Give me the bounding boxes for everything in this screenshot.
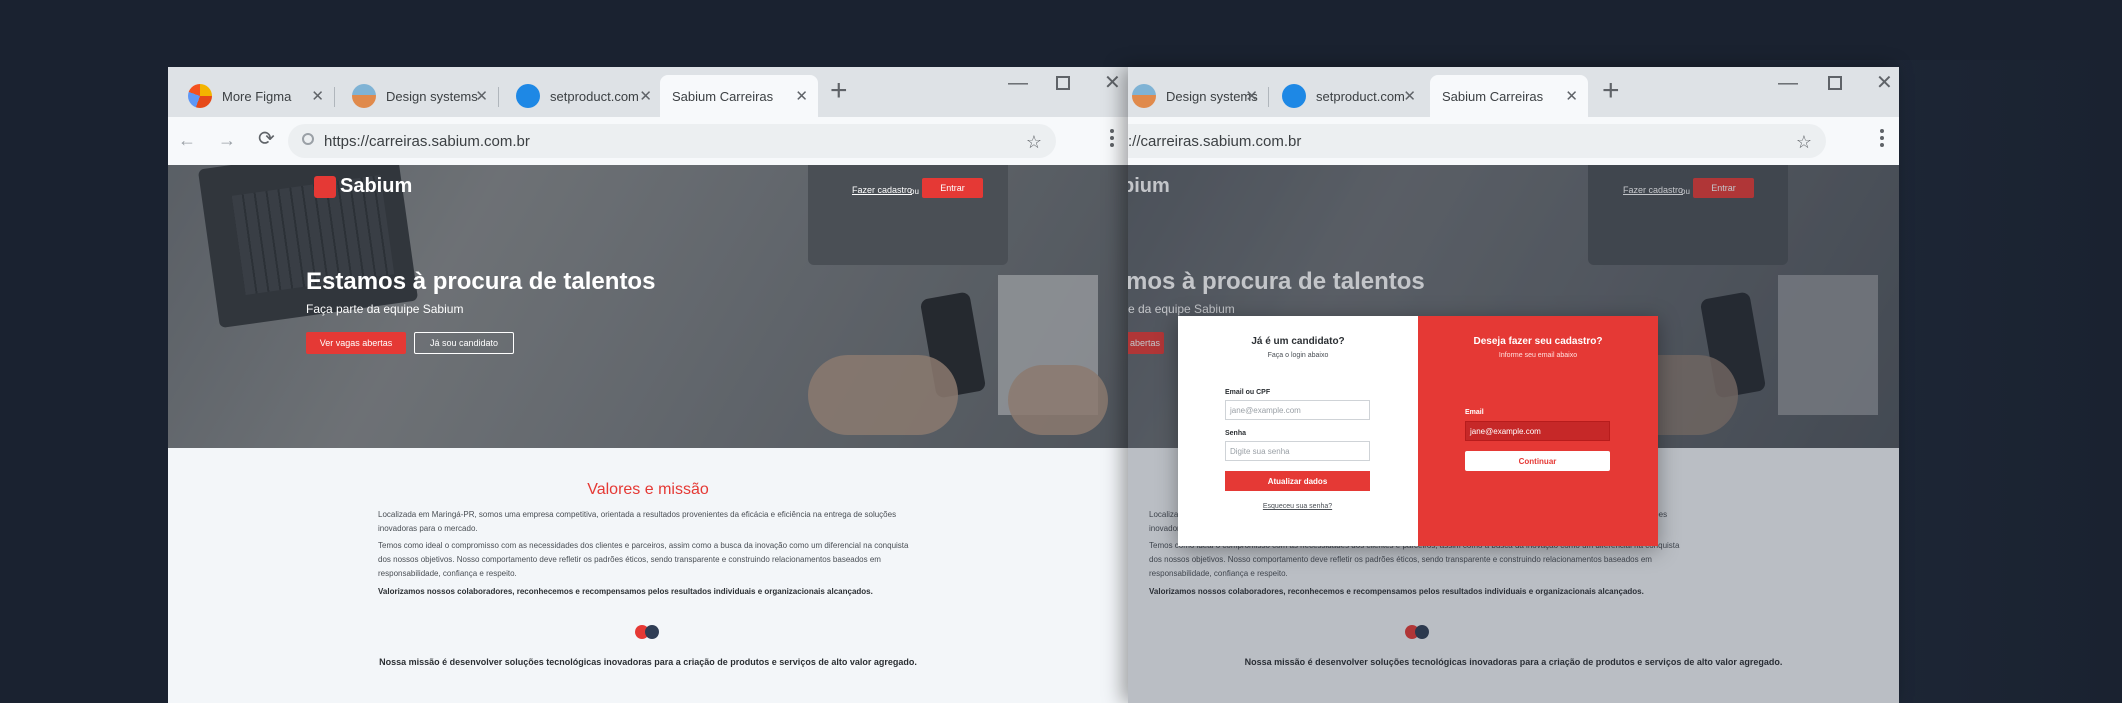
- setproduct-favicon-icon: [1282, 84, 1306, 108]
- url-text: ://carreiras.sabium.com.br: [1128, 133, 1302, 150]
- tab-label: Design systems: [1166, 88, 1258, 104]
- sabium-logo[interactable]: Sabium: [314, 175, 412, 198]
- url-text: https://carreiras.sabium.com.br: [324, 133, 530, 150]
- email-cpf-input[interactable]: jane@example.com: [1225, 400, 1370, 420]
- close-tab-icon[interactable]: ✕: [311, 89, 324, 104]
- close-tab-icon[interactable]: ✕: [475, 89, 488, 104]
- browser-toolbar: ://carreiras.sabium.com.br ☆: [1128, 117, 1899, 165]
- search-icon: [302, 133, 314, 145]
- browser-toolbar: ← → ⟳ https://carreiras.sabium.com.br ☆: [168, 117, 1128, 165]
- login-subtitle: Faça o login abaixo: [1267, 352, 1329, 359]
- logo-text: Sabium: [340, 175, 413, 197]
- or-text: ou: [910, 187, 919, 196]
- signup-subtitle: Informe seu email abaixo: [1498, 352, 1578, 359]
- menu-kebab-icon[interactable]: [1880, 129, 1884, 150]
- hero-title: Estamos à procura de talentos: [306, 268, 656, 295]
- tab-label: Sabium Carreiras: [672, 88, 774, 104]
- design-systems-favicon-icon: [352, 84, 376, 108]
- tab-label: Design systems: [386, 88, 478, 104]
- signup-email-input[interactable]: jane@example.com: [1465, 421, 1610, 441]
- sabium-logo-icon: [314, 175, 336, 198]
- design-systems-favicon-icon: [1132, 84, 1156, 108]
- close-tab-icon[interactable]: ✕: [795, 89, 808, 104]
- browser-window-right: Design systems ✕ setproduct.com ✕ Sabium…: [1128, 67, 1899, 703]
- tab-design-systems[interactable]: Design systems ✕: [338, 75, 499, 117]
- tab-label: setproduct.com: [550, 88, 639, 104]
- tab-more-figma[interactable]: More Figma ✕: [174, 75, 335, 117]
- password-input[interactable]: Digite sua senha: [1225, 441, 1370, 461]
- tab-bar: Design systems ✕ setproduct.com ✕ Sabium…: [1128, 67, 1899, 117]
- password-label: Senha: [1225, 430, 1247, 437]
- tab-setproduct[interactable]: setproduct.com ✕: [1268, 75, 1426, 117]
- close-window-icon[interactable]: ✕: [1104, 73, 1121, 93]
- brand-dots-icon: [635, 625, 661, 639]
- tab-label: Sabium Carreiras: [1442, 88, 1544, 104]
- forgot-password-link[interactable]: Esqueceu sua senha?: [1225, 503, 1370, 510]
- continue-button[interactable]: Continuar: [1465, 451, 1610, 471]
- tab-sabium-carreiras[interactable]: Sabium Carreiras ✕: [660, 75, 818, 117]
- maximize-icon[interactable]: [1828, 76, 1842, 90]
- tab-label: setproduct.com: [1316, 88, 1405, 104]
- paragraph-2: Temos como ideal o compromisso com as ne…: [378, 541, 909, 578]
- login-panel: Já é um candidato? Faça o login abaixo E…: [1178, 316, 1418, 546]
- close-window-icon[interactable]: ✕: [1876, 73, 1893, 93]
- mission-text: Nossa missão é desenvolver soluções tecn…: [379, 657, 917, 667]
- figma-favicon-icon: [188, 84, 212, 108]
- browser-window-left: More Figma ✕ Design systems ✕ setproduct…: [168, 67, 1128, 703]
- auth-modal: Já é um candidato? Faça o login abaixo E…: [1178, 316, 1658, 546]
- signup-title: Deseja fazer seu cadastro?: [1473, 336, 1603, 347]
- address-bar[interactable]: ://carreiras.sabium.com.br ☆: [1128, 124, 1826, 158]
- tab-setproduct[interactable]: setproduct.com ✕: [502, 75, 662, 117]
- bookmark-star-icon[interactable]: ☆: [1026, 133, 1042, 151]
- close-tab-icon[interactable]: ✕: [639, 89, 652, 104]
- already-candidate-button[interactable]: Já sou candidato: [414, 332, 514, 354]
- forward-arrow-icon[interactable]: →: [218, 131, 236, 149]
- open-jobs-button[interactable]: Ver vagas abertas: [306, 332, 406, 354]
- maximize-icon[interactable]: [1056, 76, 1070, 90]
- section-title: Valores e missão: [587, 481, 709, 498]
- tab-separator: [334, 87, 335, 107]
- paragraph-1: Localizada em Maringá-PR, somos uma empr…: [378, 510, 897, 533]
- login-title: Já é um candidato?: [1251, 336, 1345, 347]
- hero-section: Sabium Fazer cadastro ou Entrar Estamos …: [168, 165, 1128, 448]
- update-data-button[interactable]: Atualizar dados: [1225, 471, 1370, 491]
- email-label: Email: [1465, 409, 1484, 416]
- email-cpf-label: Email ou CPF: [1225, 389, 1271, 396]
- paragraph-3: Valorizamos nossos colaboradores, reconh…: [378, 587, 873, 596]
- tab-label: More Figma: [222, 88, 292, 104]
- reload-icon[interactable]: ⟳: [258, 129, 275, 149]
- values-section: Valores e missão Localizada em Maringá-P…: [168, 448, 1128, 703]
- new-tab-button[interactable]: +: [830, 76, 848, 106]
- minimize-icon[interactable]: —: [1778, 73, 1798, 93]
- minimize-icon[interactable]: —: [1008, 73, 1028, 93]
- hero-subtitle: Faça parte da equipe Sabium: [306, 302, 464, 316]
- register-link[interactable]: Fazer cadastro: [852, 185, 912, 195]
- tab-bar: More Figma ✕ Design systems ✕ setproduct…: [168, 67, 1128, 117]
- menu-kebab-icon[interactable]: [1110, 129, 1114, 150]
- close-tab-icon[interactable]: ✕: [1245, 89, 1258, 104]
- tab-sabium-carreiras[interactable]: Sabium Carreiras ✕: [1430, 75, 1588, 117]
- address-bar[interactable]: https://carreiras.sabium.com.br ☆: [288, 124, 1056, 158]
- tab-design-systems[interactable]: Design systems ✕: [1128, 75, 1269, 117]
- setproduct-favicon-icon: [516, 84, 540, 108]
- back-arrow-icon[interactable]: ←: [178, 131, 196, 149]
- login-button[interactable]: Entrar: [922, 178, 983, 198]
- bookmark-star-icon[interactable]: ☆: [1796, 133, 1812, 151]
- new-tab-button[interactable]: +: [1602, 76, 1620, 106]
- tab-separator: [498, 87, 499, 107]
- signup-panel: Deseja fazer seu cadastro? Informe seu e…: [1418, 316, 1658, 546]
- close-tab-icon[interactable]: ✕: [1565, 89, 1578, 104]
- close-tab-icon[interactable]: ✕: [1403, 89, 1416, 104]
